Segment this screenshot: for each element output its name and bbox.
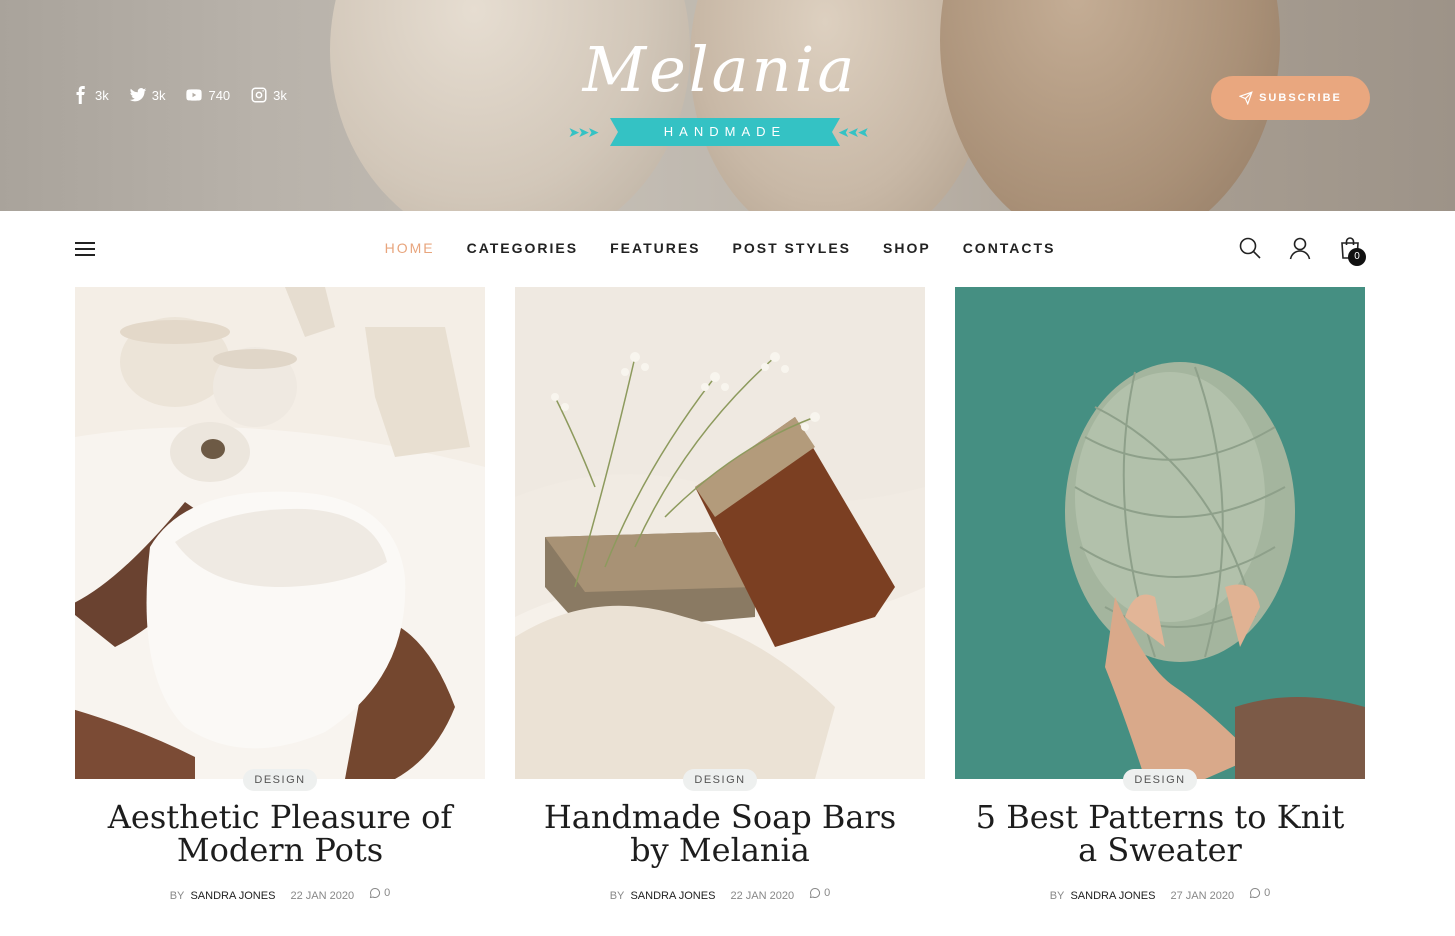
meta-by: BY	[169, 890, 185, 902]
youtube-icon	[186, 89, 203, 101]
post-meta: BY SANDRA JONES 27 JAN 2020 0	[955, 887, 1365, 902]
category-badge[interactable]: DESIGN	[683, 769, 757, 791]
post-title-line: Aesthetic Pleasure of	[107, 798, 453, 836]
nav-shop[interactable]: SHOP	[883, 240, 931, 256]
comment-icon	[1250, 887, 1261, 899]
post-title-line: a Sweater	[1078, 831, 1242, 869]
search-button[interactable]	[1238, 236, 1262, 260]
post-title-line: 5 Best Patterns to Knit	[975, 798, 1345, 836]
nav-home[interactable]: HOME	[385, 240, 435, 256]
logo-ribbon: HANDMADE	[610, 116, 840, 148]
facebook-link[interactable]: 3k	[72, 86, 109, 104]
post-comments[interactable]: 0	[809, 887, 830, 899]
post-title-line: Handmade Soap Bars	[543, 798, 897, 836]
comment-count: 0	[824, 887, 831, 899]
post-comments[interactable]: 0	[369, 887, 390, 899]
comment-count: 0	[1264, 887, 1271, 899]
cart-button[interactable]: 0	[1338, 236, 1366, 266]
category-badge[interactable]: DESIGN	[243, 769, 317, 791]
social-links: 3k 3k 740 3k	[72, 86, 307, 104]
post-comments[interactable]: 0	[1249, 887, 1270, 899]
twitter-icon	[129, 88, 146, 102]
meta-by: BY	[609, 890, 625, 902]
logo-ribbon-text: HANDMADE	[663, 124, 787, 139]
post-title[interactable]: Handmade Soap Bars by Melania	[515, 801, 925, 867]
post-image-pots[interactable]	[75, 287, 485, 779]
post-date: 22 JAN 2020	[290, 890, 355, 902]
account-button[interactable]	[1288, 236, 1312, 260]
instagram-link[interactable]: 3k	[250, 86, 287, 104]
instagram-count: 3k	[273, 87, 287, 103]
post-image-soap[interactable]	[515, 287, 925, 779]
instagram-icon	[251, 87, 267, 103]
facebook-icon	[76, 86, 85, 104]
search-icon	[1239, 237, 1261, 259]
main-navbar: HOME CATEGORIES FEATURES POST STYLES SHO…	[0, 211, 1455, 287]
youtube-link[interactable]: 740	[185, 86, 230, 104]
post-meta: BY SANDRA JONES 22 JAN 2020 0	[515, 887, 925, 902]
main-menu: HOME CATEGORIES FEATURES POST STYLES SHO…	[0, 240, 1440, 256]
category-badge[interactable]: DESIGN	[1123, 769, 1197, 791]
meta-by: BY	[1049, 890, 1065, 902]
post-title-line: Modern Pots	[176, 831, 384, 869]
comment-count: 0	[384, 887, 391, 899]
subscribe-button[interactable]: SUBSCRIBE	[1211, 76, 1370, 120]
twitter-link[interactable]: 3k	[129, 86, 166, 104]
hero-banner: 3k 3k 740 3k Melania ➤➤➤ HANDMADE ➤➤➤ SU…	[0, 0, 1455, 211]
nav-actions: 0	[1238, 236, 1388, 266]
post-date: 22 JAN 2020	[730, 890, 795, 902]
post-meta: BY SANDRA JONES 22 JAN 2020 0	[75, 887, 485, 902]
comment-icon	[810, 887, 821, 899]
site-logo[interactable]: Melania ➤➤➤ HANDMADE ➤➤➤	[540, 30, 900, 160]
arrow-decoration-icon: ➤➤➤	[840, 124, 870, 140]
post-title[interactable]: Aesthetic Pleasure of Modern Pots	[75, 801, 485, 867]
post-author[interactable]: SANDRA JONES	[190, 890, 275, 902]
nav-contacts[interactable]: CONTACTS	[963, 240, 1056, 256]
post-title-line: by Melania	[630, 831, 810, 869]
nav-categories[interactable]: CATEGORIES	[467, 240, 579, 256]
twitter-count: 3k	[151, 87, 166, 103]
logo-script-text: Melania	[582, 33, 858, 106]
post-author[interactable]: SANDRA JONES	[630, 890, 715, 902]
post-date: 27 JAN 2020	[1170, 890, 1235, 902]
cart-count-badge: 0	[1348, 248, 1366, 266]
nav-features[interactable]: FEATURES	[610, 240, 700, 256]
arrow-decoration-icon: ➤➤➤	[568, 124, 599, 140]
paper-plane-icon	[1239, 91, 1253, 105]
youtube-count: 740	[208, 87, 231, 103]
user-icon	[1289, 237, 1311, 260]
comment-icon	[370, 887, 381, 899]
facebook-count: 3k	[95, 87, 109, 103]
nav-post-styles[interactable]: POST STYLES	[733, 240, 851, 256]
subscribe-label: SUBSCRIBE	[1259, 92, 1342, 104]
post-image-yarn[interactable]	[955, 287, 1365, 779]
post-title[interactable]: 5 Best Patterns to Knit a Sweater	[955, 801, 1365, 867]
post-author[interactable]: SANDRA JONES	[1070, 890, 1155, 902]
